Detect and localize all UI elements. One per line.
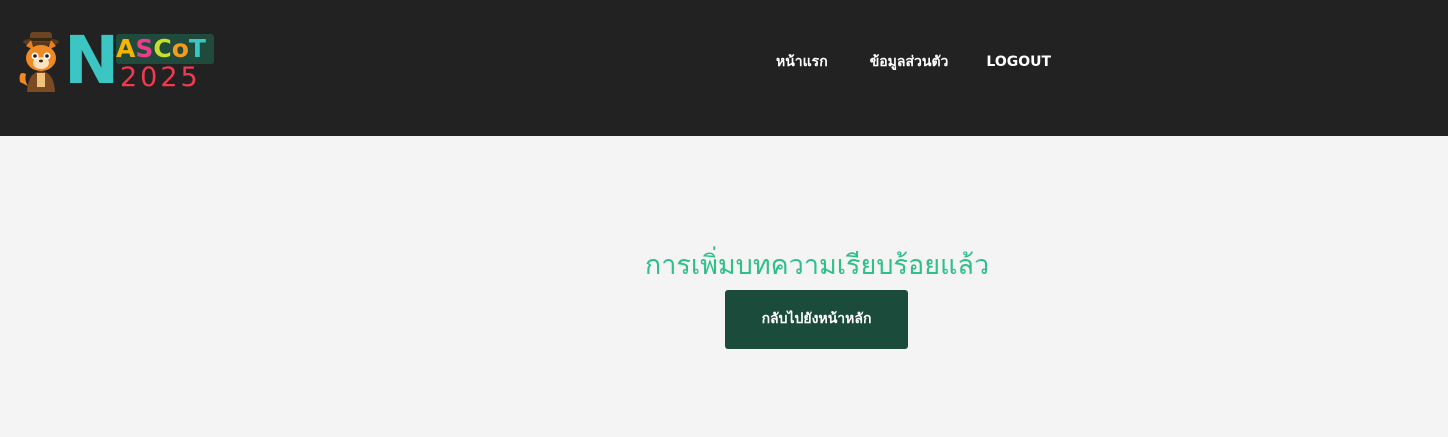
logo-letter-n: N <box>64 22 119 99</box>
site-logo[interactable]: N ASCoT 2025 <box>16 26 216 96</box>
nav-logout-link[interactable]: LOGOUT <box>986 52 1051 72</box>
logo-letter: S <box>135 34 154 63</box>
logo-letter: T <box>188 34 206 63</box>
success-message: การเพิ่มบทความเรียบร้อยแล้ว <box>644 250 990 281</box>
logo-letter: C <box>153 34 172 63</box>
nav-profile-link[interactable]: ข้อมูลส่วนตัว <box>870 52 949 72</box>
back-to-home-button[interactable]: กลับไปยังหน้าหลัก <box>725 290 908 349</box>
nav-home-link[interactable]: หน้าแรก <box>776 52 828 72</box>
logo-letter: o <box>171 34 189 63</box>
main-content: การเพิ่มบทความเรียบร้อยแล้ว กลับไปยังหน้… <box>0 136 1448 437</box>
logo-letter: A <box>116 34 136 63</box>
logo-year: 2025 <box>120 62 201 93</box>
fox-mascot-icon <box>19 32 59 92</box>
top-navbar: N ASCoT 2025 หน้าแรก ข้อมูลส่วนตัว LOGOU… <box>0 0 1448 136</box>
main-nav: หน้าแรก ข้อมูลส่วนตัว LOGOUT <box>776 52 1051 72</box>
logo-letters: ASCoT <box>116 34 206 64</box>
